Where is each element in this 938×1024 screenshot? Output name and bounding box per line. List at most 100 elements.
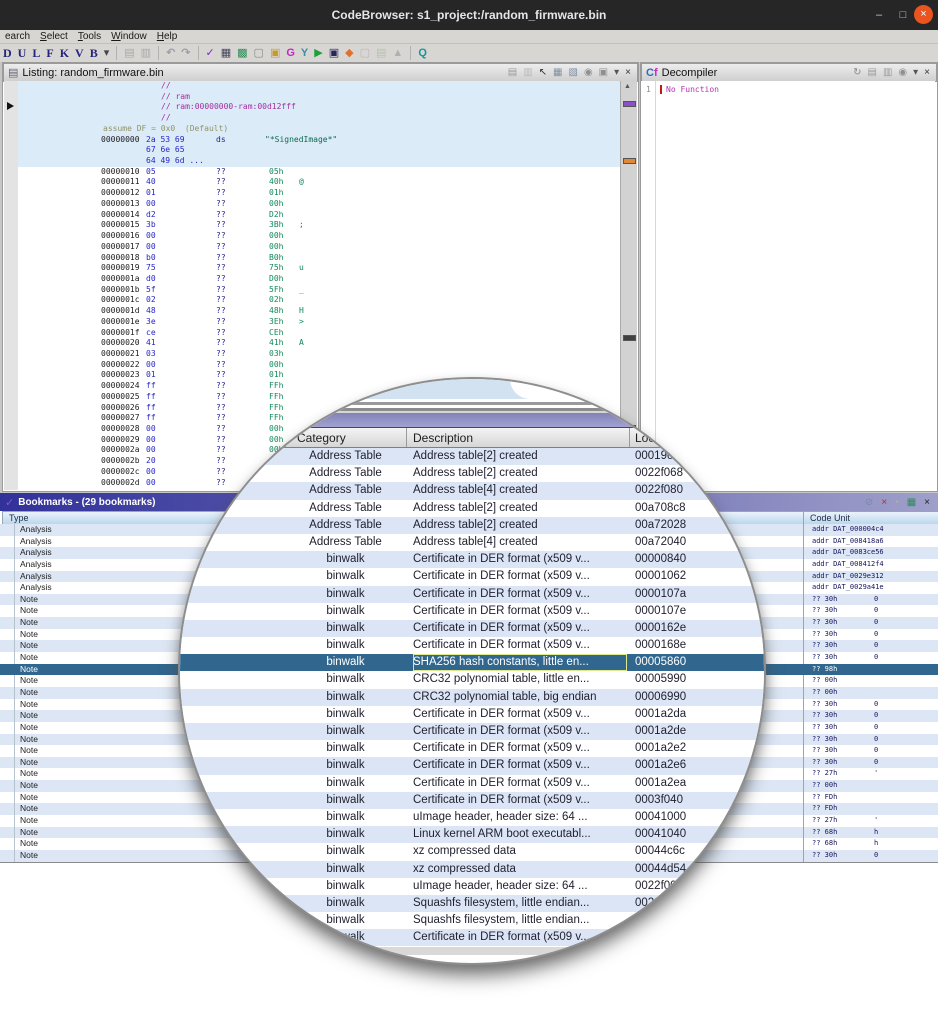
lens-bookmark-row[interactable]: binwalkCertificate in DER format (x509 v… (180, 929, 764, 946)
listing-row[interactable]: 0000001700??00h (18, 242, 620, 253)
listing-marker-margin[interactable] (4, 81, 19, 490)
listing-row[interactable]: 0000001300??00h (18, 199, 620, 210)
lens-header-category[interactable]: Category (297, 429, 346, 447)
dropdown-icon[interactable]: ▾ (611, 67, 622, 78)
listing-row[interactable]: 0000002103??03h (18, 349, 620, 360)
delete-icon[interactable]: × (877, 497, 891, 508)
symbol-tree-icon[interactable]: Y (298, 45, 311, 61)
console-icon[interactable]: Q (415, 45, 430, 61)
lens-bookmark-row[interactable]: binwalkLinux kernel ARM boot executabl..… (180, 826, 764, 843)
lens-bookmark-row[interactable]: binwalkuImage header, header size: 64 ..… (180, 809, 764, 826)
close-button[interactable]: × (914, 5, 933, 24)
redo-icon[interactable]: ↷ (178, 45, 193, 61)
listing-panel-header[interactable]: ▤ Listing: random_firmware.bin ▤▥↖▦▧◉▣▾× (3, 63, 638, 82)
bookmark-letter-button-v[interactable]: V (72, 46, 87, 61)
listing-row[interactable]: // ram (18, 92, 620, 103)
validate-icon[interactable]: ✓ (203, 45, 218, 61)
listing-row[interactable]: 0000002200??00h (18, 360, 620, 371)
diff-apply-icon[interactable]: ▧ (565, 67, 580, 78)
minimize-button[interactable]: – (872, 8, 886, 22)
lens-bookmark-row[interactable]: binwalkCertificate in DER format (x509 v… (180, 775, 764, 792)
lens-bookmark-row[interactable]: binwalkSquashfs filesystem, little endia… (180, 912, 764, 929)
menu-item-tools[interactable]: Tools (73, 31, 106, 42)
listing-row[interactable]: 0000002041??41hA (18, 338, 620, 349)
lens-bookmark-row[interactable]: binwalkCertificate in DER format (x509 v… (180, 586, 764, 603)
data-type-manager-icon[interactable]: ▩ (234, 45, 250, 61)
lens-bookmark-row[interactable]: binwalkCertificate in DER format (x509 v… (180, 620, 764, 637)
listing-row[interactable]: 0000001c02??02h (18, 295, 620, 306)
memory-map-icon[interactable]: ▦ (218, 45, 234, 61)
lens-bookmark-row[interactable]: binwalkxz compressed data00044c6c (180, 843, 764, 860)
lens-bookmark-row[interactable]: Address TableAddress table[4] created00a… (180, 534, 764, 551)
lens-bookmark-row[interactable]: binwalkCertificate in DER format (x509 v… (180, 757, 764, 774)
lens-bookmark-row[interactable]: Address TableAddress table[2] created00a… (180, 500, 764, 517)
listing-row[interactable]: // ram:00000000-ram:00d12fff (18, 102, 620, 113)
listing-row[interactable]: 0000001d48??48hH (18, 306, 620, 317)
make-selection-icon[interactable]: ▦ (903, 497, 920, 508)
lens-bookmark-row[interactable]: binwalkCRC32 polynomial table, big endia… (180, 689, 764, 706)
lens-bookmark-row[interactable]: binwalkSquashfs filesystem, little endia… (180, 895, 764, 912)
listing-row[interactable]: assume DF = 0x0 (Default) (18, 124, 620, 135)
listing-row[interactable]: 0000001ad0??D0h (18, 274, 620, 285)
undo-icon[interactable]: ↶ (163, 45, 178, 61)
snapshot-camera-icon[interactable]: ◉ (895, 67, 910, 78)
lens-bookmark-row[interactable]: binwalkxz compressed data00044d54 (180, 861, 764, 878)
listing-row[interactable]: 67 6e 65 (18, 145, 620, 156)
lens-bookmark-row[interactable]: binwalkCertificate in DER format (x509 v… (180, 706, 764, 723)
bookmark-letter-button-f[interactable]: F (43, 46, 56, 61)
listing-row[interactable]: 0000001e3e??3Eh> (18, 317, 620, 328)
maximize-button[interactable]: □ (896, 8, 910, 22)
bookmark-letter-button-b[interactable]: B (87, 46, 101, 61)
listing-row[interactable]: 00000014d2??D2h (18, 210, 620, 221)
run-script-icon[interactable]: ▶ (311, 45, 325, 61)
listing-row[interactable]: 0000001b5f??5Fh_ (18, 285, 620, 296)
listing-row[interactable]: 0000001201??01h (18, 188, 620, 199)
refresh-icon[interactable]: ↻ (850, 67, 864, 78)
bookmark-letter-button-d[interactable]: D (0, 46, 15, 61)
paste-icon[interactable]: ▥ (520, 67, 535, 78)
copy-icon[interactable]: ▤ (505, 67, 520, 78)
scroll-up-icon[interactable]: ▲ (624, 83, 631, 90)
listing-row[interactable]: 0000001140??40h@ (18, 177, 620, 188)
listing-row[interactable]: 0000001975??75hu (18, 263, 620, 274)
dropdown-icon[interactable]: ▾ (910, 67, 921, 78)
paste-special-icon[interactable]: ▥ (138, 45, 154, 61)
lens-bookmark-row[interactable]: binwalkCertificate in DER format (x509 v… (180, 637, 764, 654)
copy-icon[interactable]: ▤ (864, 67, 879, 78)
function-graph-icon[interactable]: G (283, 45, 298, 61)
lens-bookmark-row[interactable]: binwalkCertificate in DER format (x509 v… (180, 740, 764, 757)
menu-item-window[interactable]: Window (106, 31, 152, 42)
checkpoint-icon[interactable]: ◆ (342, 45, 356, 61)
export-icon[interactable]: ▲ (389, 45, 406, 61)
paste-icon[interactable]: ▤ (121, 45, 137, 61)
lens-header-location[interactable]: Location (635, 429, 680, 447)
bookmark-letter-button-k[interactable]: K (57, 46, 72, 61)
lens-bookmark-row[interactable]: binwalkuImage header, header size: 64 ..… (180, 878, 764, 895)
close-icon[interactable]: × (920, 497, 934, 508)
window-icon[interactable]: ▢ (357, 45, 373, 61)
listing-row[interactable]: 000000153b??3Bh; (18, 220, 620, 231)
cursor-location-icon[interactable]: ↖ (536, 67, 550, 78)
lens-bookmark-row[interactable]: Address TableAddress table[4] created002… (180, 482, 764, 499)
lens-bookmark-row[interactable]: binwalkCertificate in DER format (x509 v… (180, 568, 764, 585)
lens-bookmark-row[interactable]: binwalkCertificate in DER format (x509 v… (180, 792, 764, 809)
open-project-icon[interactable]: ▤ (373, 45, 389, 61)
dropdown-icon[interactable]: ▾ (101, 45, 113, 61)
clone-window-icon[interactable]: ▣ (596, 67, 611, 78)
scrollbar-marker[interactable] (623, 101, 636, 107)
lens-bookmark-row[interactable]: Address TableAddress table[2] created00a… (180, 517, 764, 534)
scrollbar-marker[interactable] (623, 335, 636, 341)
menu-item-select[interactable]: Select (35, 31, 73, 42)
listing-row[interactable]: 00000018b0??B0h (18, 253, 620, 264)
filter-icon[interactable]: ⊘ (861, 497, 877, 508)
lens-header-description[interactable]: Description (413, 429, 473, 447)
lens-bookmark-row[interactable]: Address TableAddress table[2] created002… (180, 465, 764, 482)
menu-item-help[interactable]: Help (152, 31, 183, 42)
listing-row[interactable]: 0000001fce??CEh (18, 328, 620, 339)
listing-row[interactable]: 0000001005??05h (18, 167, 620, 178)
listing-row[interactable]: // (18, 81, 620, 92)
disabled-icon[interactable]: ▪ (891, 497, 903, 508)
bookmark-letter-button-l[interactable]: L (29, 46, 43, 61)
diff-view-icon[interactable]: ▦ (550, 67, 565, 78)
byte-viewer-icon[interactable]: ▣ (267, 45, 283, 61)
